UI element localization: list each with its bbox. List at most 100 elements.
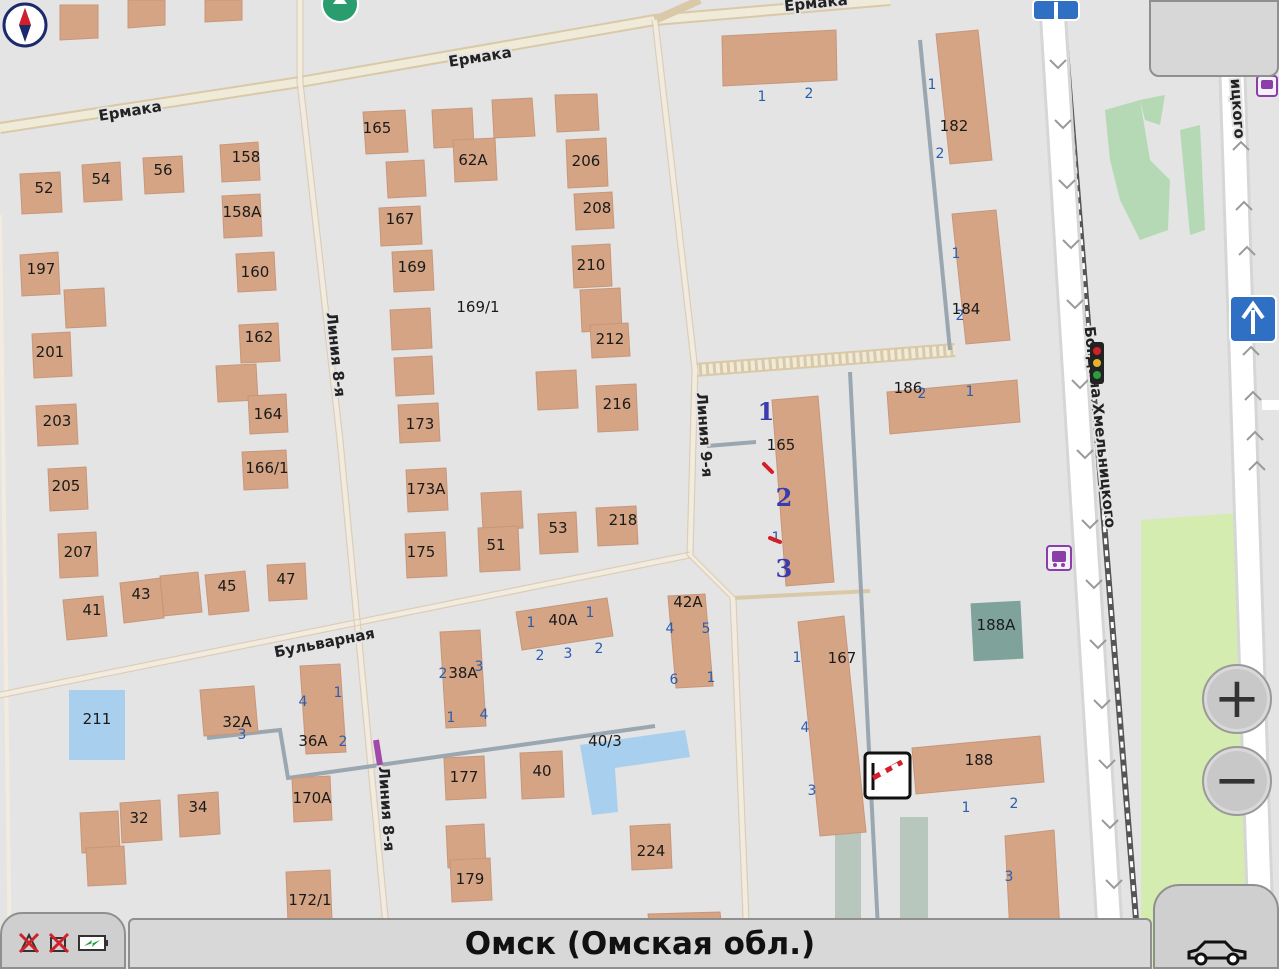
house-number: 207: [64, 543, 93, 561]
house-number: 52: [34, 179, 53, 197]
entrance-number: 2: [595, 641, 604, 657]
house-number: 179: [456, 870, 485, 888]
entrance-number: 1: [447, 710, 456, 726]
zoom-out-icon: −: [1213, 748, 1261, 813]
entrance-number: 2: [339, 734, 348, 750]
entrance-number: 3: [808, 783, 817, 799]
location-bar[interactable]: Омск (Омская обл.): [128, 918, 1152, 969]
bus-stop-icon[interactable]: [1046, 545, 1072, 571]
entrance-number: 2: [1010, 796, 1019, 812]
status-panel[interactable]: [0, 912, 126, 969]
house-number: 62А: [458, 151, 488, 169]
menu-button[interactable]: [1149, 0, 1279, 77]
parking-strip: [900, 817, 928, 927]
entrance-large-number: 3: [776, 554, 793, 583]
house-number: 42А: [673, 593, 703, 611]
house-number: 54: [91, 170, 110, 188]
zoom-in-icon: +: [1213, 666, 1261, 731]
house-number: 32: [129, 809, 148, 827]
house-number: 177: [450, 768, 479, 786]
barrier-icon[interactable]: [863, 751, 912, 800]
map-canvas[interactable]: Ермака Ермака Ермака Линия 8-я Линия 8-я…: [0, 0, 1279, 969]
house-number: 201: [36, 343, 65, 361]
house-number: 40/3: [588, 732, 622, 750]
house-number: 162: [245, 328, 274, 346]
entrance-number: 2: [805, 86, 814, 102]
entrance-number: 1: [793, 650, 802, 666]
house-number: 167: [828, 649, 857, 667]
compass-button[interactable]: [2, 2, 48, 48]
entrance-number: 3: [238, 727, 247, 743]
entrance-number: 5: [702, 621, 711, 637]
entrance-number: 6: [670, 672, 679, 688]
house-number: 40: [532, 762, 551, 780]
compass-icon: [2, 2, 48, 48]
house-number: 182: [940, 117, 969, 135]
house-number: 216: [603, 395, 632, 413]
house-number: 212: [596, 330, 625, 348]
entrance-number: 1: [928, 77, 937, 93]
entrance-large-number: 2: [776, 483, 793, 512]
entrance-number: 3: [564, 646, 573, 662]
gps-off-icon: [18, 932, 40, 954]
entrance-number: 1: [966, 384, 975, 400]
house-number: 34: [188, 798, 207, 816]
house-number: 175: [407, 543, 436, 561]
entrance-number: 3: [475, 659, 484, 675]
entrance-number: 2: [536, 648, 545, 664]
house-number: 164: [254, 405, 283, 423]
house-number: 158: [232, 148, 261, 166]
house-number: 173: [406, 415, 435, 433]
one-way-arrow-icon[interactable]: [1229, 295, 1277, 343]
house-number: 169: [398, 258, 427, 276]
entrance-number: 1: [586, 605, 595, 621]
house-number: 206: [572, 152, 601, 170]
house-number: 172/1: [288, 891, 331, 909]
entrance-number: 1: [962, 800, 971, 816]
house-number: 188А: [977, 616, 1017, 634]
entrance-number: 4: [299, 694, 308, 710]
house-number: 45: [217, 577, 236, 595]
house-number: 47: [276, 570, 295, 588]
entrance-number: 4: [666, 621, 675, 637]
house-number: 36А: [298, 732, 328, 750]
vehicle-mode-button[interactable]: [1153, 884, 1279, 969]
bottom-bar: Омск (Омская обл.): [0, 884, 1279, 969]
barrier-segment: [373, 739, 383, 766]
car-icon: [1187, 940, 1247, 966]
house-number: 218: [609, 511, 638, 529]
house-number: 210: [577, 256, 606, 274]
sound-off-icon: [48, 932, 70, 954]
entrance-number: 4: [480, 707, 489, 723]
house-number: 205: [52, 477, 81, 495]
house-number: 165: [767, 436, 796, 454]
house-number: 40А: [548, 611, 578, 629]
traffic-light-icon: [1090, 342, 1104, 384]
entrance-number: 4: [801, 720, 810, 736]
entrance-number: 1: [952, 246, 961, 262]
house-number: 53: [548, 519, 567, 537]
city-name: Омск (Омская обл.): [464, 925, 816, 962]
house-number: 51: [486, 536, 505, 554]
entrance-large-number: 1: [758, 397, 775, 426]
one-way-arrow-icon[interactable]: [1032, 0, 1080, 21]
entrance-number: 2: [918, 386, 927, 402]
house-number: 173А: [407, 480, 447, 498]
house-number: 170А: [293, 789, 333, 807]
bus-stop-icon[interactable]: [1256, 75, 1278, 97]
house-number: 224: [637, 842, 666, 860]
house-number: 203: [43, 412, 72, 430]
house-number: 41: [82, 601, 101, 619]
entrance-number: 2: [936, 146, 945, 162]
entrance-number: 2: [439, 666, 448, 682]
zoom-out-button[interactable]: −: [1202, 746, 1272, 816]
house-number: 158А: [223, 203, 263, 221]
house-number: 160: [241, 263, 270, 281]
house-number: 208: [583, 199, 612, 217]
house-number: 169/1: [456, 298, 499, 316]
zoom-in-button[interactable]: +: [1202, 664, 1272, 734]
house-number: 188: [965, 751, 994, 769]
house-number: 56: [153, 161, 172, 179]
entrance-number: 1: [334, 685, 343, 701]
entrance-number: 1: [707, 670, 716, 686]
